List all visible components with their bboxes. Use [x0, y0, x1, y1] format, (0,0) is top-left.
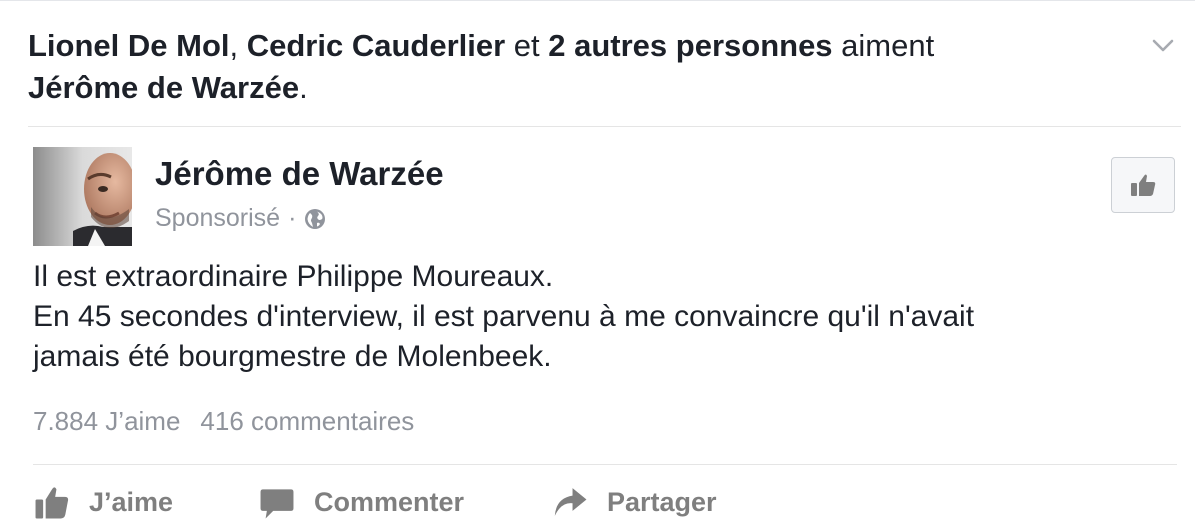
- feed-story-card: Lionel De Mol, Cedric Cauderlier et 2 au…: [0, 0, 1195, 519]
- post-text-line: Il est extraordinaire Philippe Moureaux.: [33, 260, 554, 293]
- engagement-counts: 7.884 J’aime 416 commentaires: [33, 406, 414, 437]
- like-page-button[interactable]: [1111, 157, 1175, 213]
- story-connector: et: [505, 28, 549, 63]
- avatar[interactable]: [33, 147, 132, 246]
- story-header: Lionel De Mol, Cedric Cauderlier et 2 au…: [28, 25, 1118, 109]
- header-divider: [28, 126, 1181, 127]
- counts-gap: [180, 406, 200, 437]
- like-button-label: J’aime: [89, 486, 174, 517]
- likes-count[interactable]: 7.884 J’aime: [33, 406, 180, 437]
- story-end: .: [299, 70, 308, 105]
- globe-icon: [305, 208, 326, 229]
- post-text: Il est extraordinaire Philippe Moureaux.…: [33, 257, 1163, 377]
- meta-separator: ·: [288, 204, 297, 232]
- share-arrow-icon: [554, 488, 587, 516]
- post-text-line: En 45 secondes d'interview, il est parve…: [33, 300, 975, 333]
- comments-count[interactable]: 416 commentaires: [200, 406, 414, 437]
- chevron-down-icon[interactable]: [1149, 31, 1177, 59]
- post-meta: Sponsorisé ·: [155, 204, 326, 233]
- thumbs-up-icon: [35, 487, 69, 519]
- page-name-link[interactable]: Jérôme de Warzée: [155, 155, 444, 193]
- share-button-label: Partager: [607, 486, 717, 517]
- share-button[interactable]: Partager: [551, 483, 717, 519]
- comment-icon: [260, 489, 294, 519]
- others-link[interactable]: 2 autres personnes: [548, 28, 832, 63]
- liker-link-2[interactable]: Cedric Cauderlier: [247, 28, 505, 63]
- post-text-line: jamais été bourgmestre de Molenbeek.: [33, 340, 552, 373]
- liked-page-link[interactable]: Jérôme de Warzée: [28, 70, 299, 105]
- comment-button-label: Commenter: [314, 486, 465, 517]
- actions-divider: [33, 464, 1177, 465]
- comment-button[interactable]: Commenter: [258, 483, 464, 519]
- story-verb: aiment: [832, 28, 935, 63]
- thumbs-up-icon: [1131, 174, 1156, 196]
- like-button[interactable]: J’aime: [33, 483, 173, 519]
- story-separator: ,: [229, 28, 247, 63]
- sponsored-label[interactable]: Sponsorisé: [155, 204, 280, 233]
- liker-link-1[interactable]: Lionel De Mol: [28, 28, 230, 63]
